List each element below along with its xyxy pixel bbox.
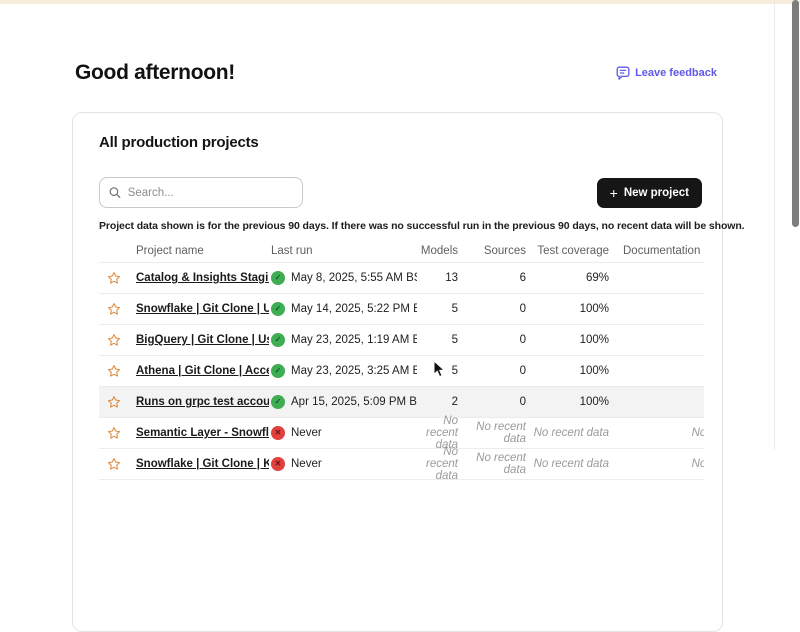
- project-name-link[interactable]: Athena | Git Clone | Acces...: [136, 365, 269, 377]
- table-row[interactable]: BigQuery | Git Clone | User... ✓ May 23,…: [99, 325, 704, 356]
- search-input[interactable]: [128, 187, 293, 199]
- top-banner: [0, 0, 800, 4]
- doc-coverage-value: No recent data: [609, 427, 704, 439]
- success-icon: ✓: [271, 271, 285, 285]
- table-row[interactable]: Semantic Layer - Snowflake ✕ Never No re…: [99, 418, 704, 449]
- toolbar: + New project: [99, 177, 702, 208]
- last-run-text: Apr 15, 2025, 5:09 PM BS: [291, 396, 417, 408]
- models-value: 2: [417, 396, 458, 408]
- star-icon[interactable]: [107, 271, 121, 285]
- test-coverage-value: 69%: [526, 272, 609, 284]
- scrollbar-thumb[interactable]: [792, 0, 799, 227]
- project-name-link[interactable]: BigQuery | Git Clone | User...: [136, 334, 269, 346]
- test-coverage-value: No recent data: [526, 458, 609, 470]
- table-row[interactable]: Snowflake | Git Clone | Key... ✕ Never N…: [99, 449, 704, 480]
- models-value: 5: [417, 334, 458, 346]
- sources-value: 0: [458, 396, 526, 408]
- project-name-link[interactable]: Catalog & Insights Staging...: [136, 272, 269, 284]
- search-icon: [109, 186, 121, 199]
- data-range-notice: Project data shown is for the previous 9…: [99, 220, 702, 232]
- leave-feedback-link[interactable]: Leave feedback: [616, 66, 717, 80]
- last-run-text: May 23, 2025, 1:19 AM BS: [291, 334, 417, 346]
- sources-value: 0: [458, 303, 526, 315]
- new-project-button[interactable]: + New project: [597, 178, 702, 208]
- sources-value: 0: [458, 334, 526, 346]
- sources-value: No recent data: [458, 421, 526, 445]
- column-header-models: Models: [417, 245, 458, 257]
- new-project-label: New project: [624, 187, 689, 199]
- last-run-text: Never: [291, 427, 322, 439]
- column-header-project-name: Project name: [129, 245, 269, 257]
- leave-feedback-label: Leave feedback: [635, 67, 717, 79]
- column-header-last-run: Last run: [269, 245, 417, 257]
- project-name-link[interactable]: Runs on grpc test account: [136, 396, 269, 408]
- sources-value: No recent data: [458, 452, 526, 476]
- column-header-test-coverage: Test coverage: [526, 245, 609, 257]
- table-row[interactable]: Athena | Git Clone | Acces... ✓ May 23, …: [99, 356, 704, 387]
- column-header-sources: Sources: [458, 245, 526, 257]
- sources-value: 6: [458, 272, 526, 284]
- test-coverage-value: 100%: [526, 365, 609, 377]
- last-run-text: May 14, 2025, 5:22 PM BS: [291, 303, 417, 315]
- star-icon[interactable]: [107, 364, 121, 378]
- models-value: No recent data: [417, 446, 458, 480]
- success-icon: ✓: [271, 333, 285, 347]
- table-header-row: Project nameLast runModelsSourcesTest co…: [99, 239, 704, 263]
- table-row[interactable]: Snowflake | Git Clone | Use... ✓ May 14,…: [99, 294, 704, 325]
- last-run-text: Never: [291, 458, 322, 470]
- card-title: All production projects: [99, 134, 702, 151]
- project-name-link[interactable]: Snowflake | Git Clone | Key...: [136, 458, 269, 470]
- greeting-heading: Good afternoon!: [75, 61, 235, 85]
- projects-card: All production projects + New project Pr…: [72, 112, 723, 632]
- plus-icon: +: [610, 186, 618, 200]
- doc-coverage-value: No recent data: [609, 458, 704, 470]
- project-name-link[interactable]: Semantic Layer - Snowflake: [136, 427, 269, 439]
- star-icon[interactable]: [107, 333, 121, 347]
- test-coverage-value: No recent data: [526, 427, 609, 439]
- models-value: 13: [417, 272, 458, 284]
- error-icon: ✕: [271, 457, 285, 471]
- sources-value: 0: [458, 365, 526, 377]
- star-icon[interactable]: [107, 395, 121, 409]
- success-icon: ✓: [271, 302, 285, 316]
- test-coverage-value: 100%: [526, 334, 609, 346]
- table-row[interactable]: Runs on grpc test account ✓ Apr 15, 2025…: [99, 387, 704, 418]
- column-header-documentation-coverage: Documentation coverage: [609, 245, 704, 257]
- models-value: 5: [417, 365, 458, 377]
- test-coverage-value: 100%: [526, 303, 609, 315]
- feedback-icon: [616, 66, 630, 80]
- table-row[interactable]: Catalog & Insights Staging... ✓ May 8, 2…: [99, 263, 704, 294]
- models-value: 5: [417, 303, 458, 315]
- error-icon: ✕: [271, 426, 285, 440]
- test-coverage-value: 100%: [526, 396, 609, 408]
- success-icon: ✓: [271, 364, 285, 378]
- star-icon[interactable]: [107, 426, 121, 440]
- table-body: Catalog & Insights Staging... ✓ May 8, 2…: [99, 263, 704, 480]
- projects-table: Project nameLast runModelsSourcesTest co…: [99, 239, 704, 480]
- success-icon: ✓: [271, 395, 285, 409]
- last-run-text: May 8, 2025, 5:55 AM BS: [291, 272, 417, 284]
- last-run-text: May 23, 2025, 3:25 AM B: [291, 365, 417, 377]
- star-icon[interactable]: [107, 457, 121, 471]
- content-right-divider: [774, 0, 775, 450]
- star-icon[interactable]: [107, 302, 121, 316]
- search-box[interactable]: [99, 177, 303, 208]
- project-name-link[interactable]: Snowflake | Git Clone | Use...: [136, 303, 269, 315]
